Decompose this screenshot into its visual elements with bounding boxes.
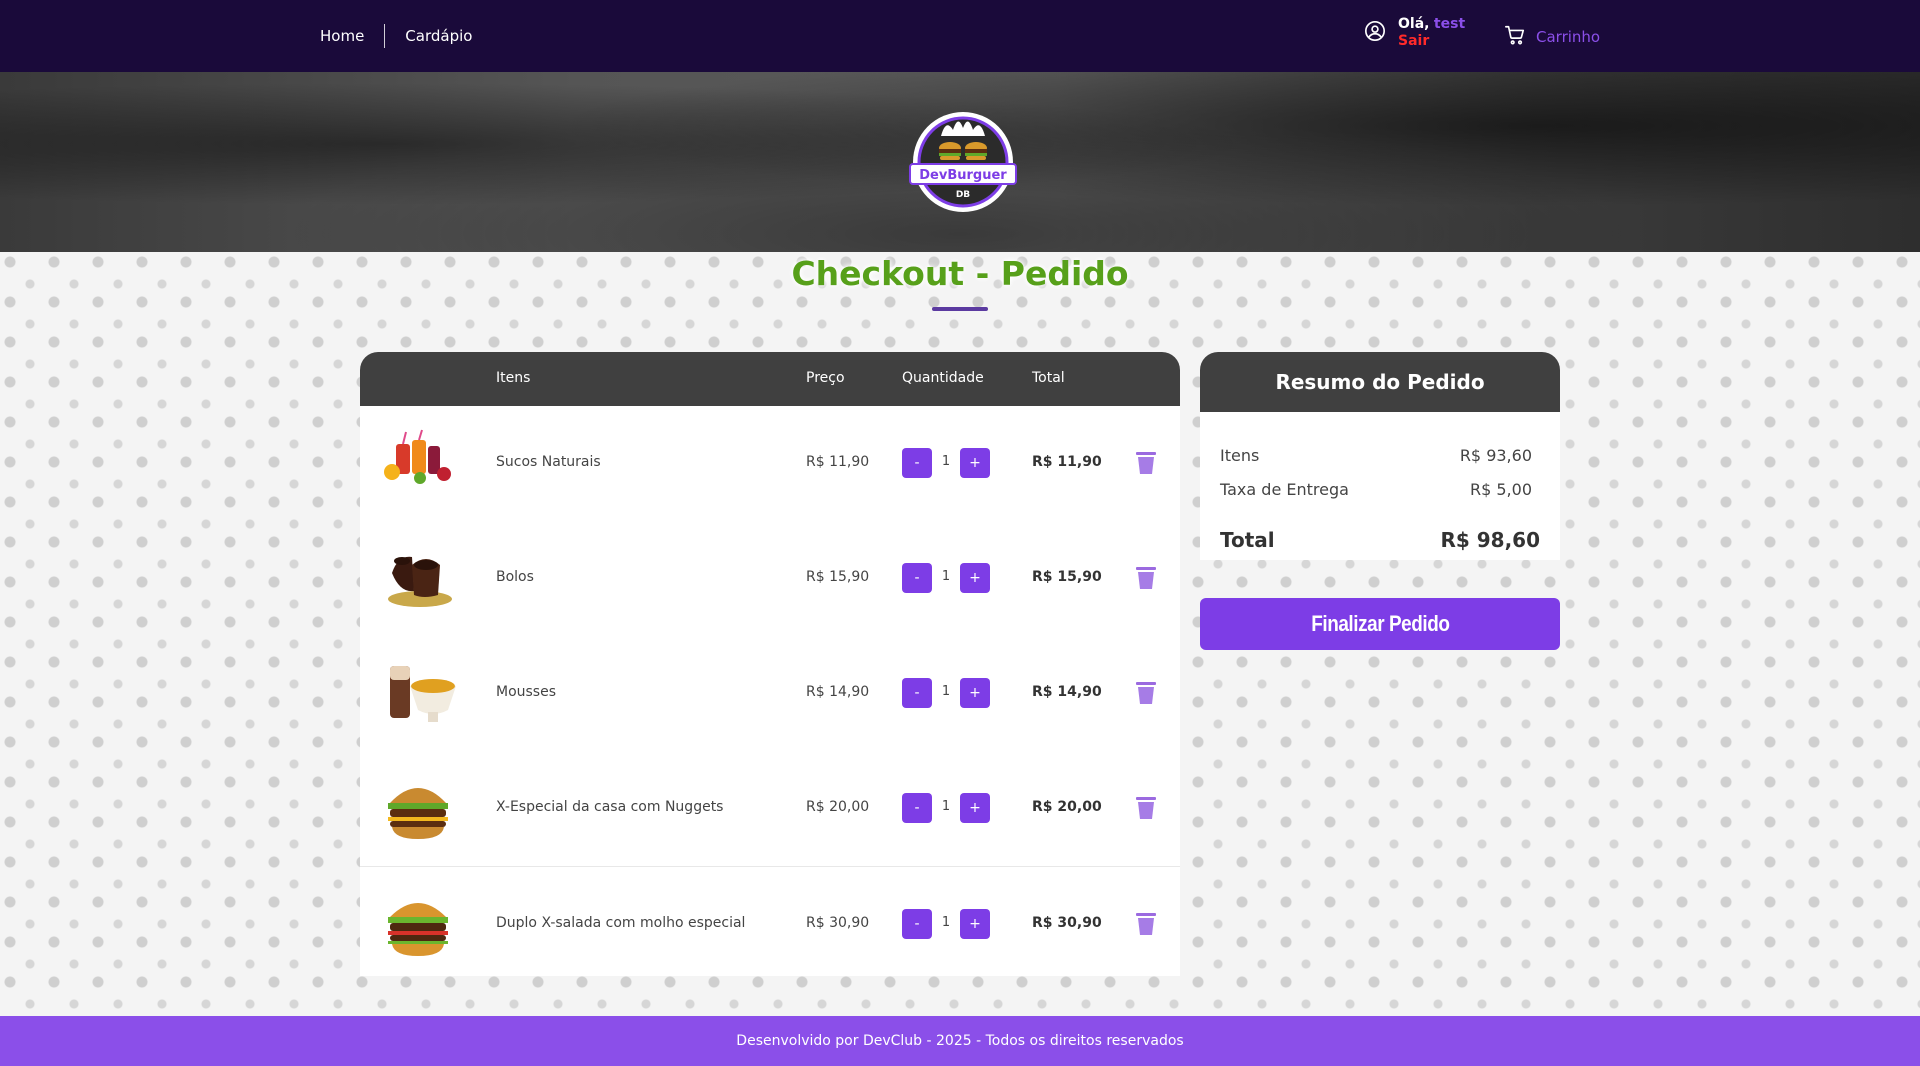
table-row: Sucos Naturais R$ 11,90 - 1 + R$ 11,90: [360, 406, 1180, 521]
decrease-quantity-button[interactable]: -: [902, 448, 932, 478]
product-name: X-Especial da casa com Nuggets: [496, 799, 724, 815]
quantity-value: 1: [941, 684, 951, 699]
product-name: Mousses: [496, 684, 557, 700]
finish-order-button[interactable]: Finalizar Pedido: [1200, 598, 1560, 650]
user-icon: [1364, 20, 1386, 46]
mousse-icon: [378, 658, 458, 730]
nav-menu-link[interactable]: Cardápio: [405, 27, 472, 45]
decrease-quantity-button[interactable]: -: [902, 909, 932, 939]
increase-quantity-button[interactable]: +: [960, 563, 990, 593]
trash-icon[interactable]: [1134, 680, 1158, 706]
product-price: R$ 20,00: [806, 799, 870, 815]
increase-quantity-button[interactable]: +: [960, 793, 990, 823]
header-quantity: Quantidade: [902, 370, 984, 386]
quantity-value: 1: [941, 799, 951, 814]
product-name: Duplo X-salada com molho especial: [496, 915, 746, 931]
summary-delivery-value: R$ 5,00: [1469, 480, 1532, 499]
footer-text: Desenvolvido por DevClub - 2025 - Todos …: [736, 1033, 1184, 1049]
product-price: R$ 11,90: [806, 454, 870, 470]
header-items: Itens: [496, 370, 531, 386]
title-underline: [932, 307, 988, 311]
nav-links: Home Cardápio: [320, 0, 472, 72]
trash-icon[interactable]: [1134, 565, 1158, 591]
user-area: Olá, test Sair: [1364, 16, 1465, 50]
product-price: R$ 30,90: [806, 915, 870, 931]
logout-link[interactable]: Sair: [1398, 33, 1465, 50]
nav-divider: [384, 24, 386, 48]
cart-link[interactable]: Carrinho: [1504, 24, 1600, 50]
summary-total-label: Total: [1220, 528, 1275, 552]
cart-label: Carrinho: [1536, 28, 1601, 46]
increase-quantity-button[interactable]: +: [960, 448, 990, 478]
product-price: R$ 15,90: [806, 569, 870, 585]
product-total: R$ 14,90: [1032, 684, 1102, 700]
footer: Desenvolvido por DevClub - 2025 - Todos …: [0, 1016, 1920, 1066]
juice-icon: [378, 428, 458, 500]
quantity-value: 1: [941, 569, 951, 584]
header-price: Preço: [806, 370, 845, 386]
navbar: Home Cardápio Olá, test Sair Carrinho: [0, 0, 1920, 72]
trash-icon[interactable]: [1134, 795, 1158, 821]
product-name: Bolos: [496, 569, 534, 585]
hero-banner: DevBurguer DB: [0, 72, 1920, 252]
greeting-text: Olá,: [1398, 16, 1430, 32]
summary-items-label: Itens: [1220, 446, 1260, 465]
table-row: Mousses R$ 14,90 - 1 + R$ 14,90: [360, 636, 1180, 751]
order-summary: Resumo do Pedido Itens R$ 93,60 Taxa de …: [1200, 352, 1560, 560]
logo-text: DevBurguer: [919, 168, 1007, 183]
devburguer-logo: DevBurguer DB: [906, 108, 1020, 216]
nav-home-link[interactable]: Home: [320, 27, 364, 45]
quantity-value: 1: [941, 915, 951, 930]
product-total: R$ 30,90: [1032, 915, 1102, 931]
logo-sub: DB: [956, 190, 970, 200]
summary-delivery-label: Taxa de Entrega: [1220, 480, 1349, 499]
quantity-value: 1: [941, 454, 951, 469]
summary-title: Resumo do Pedido: [1200, 352, 1560, 412]
username-text: test: [1433, 16, 1466, 32]
header-total: Total: [1032, 370, 1065, 386]
increase-quantity-button[interactable]: +: [960, 678, 990, 708]
summary-items-value: R$ 93,60: [1459, 446, 1532, 465]
product-total: R$ 11,90: [1032, 454, 1102, 470]
burger-icon: [378, 773, 458, 845]
decrease-quantity-button[interactable]: -: [902, 793, 932, 823]
finish-order-label: Finalizar Pedido: [1310, 611, 1450, 636]
user-greeting: Olá, test Sair: [1398, 16, 1465, 50]
summary-total-value: R$ 98,60: [1440, 528, 1540, 552]
product-total: R$ 15,90: [1032, 569, 1102, 585]
table-row: Duplo X-salada com molho especial R$ 30,…: [360, 866, 1180, 976]
product-price: R$ 14,90: [806, 684, 870, 700]
burger-icon: [378, 889, 458, 961]
cake-icon: [378, 543, 458, 615]
trash-icon[interactable]: [1134, 911, 1158, 937]
product-total: R$ 20,00: [1032, 799, 1102, 815]
cart-table: Itens Preço Quantidade Total Sucos Natur…: [360, 352, 1180, 976]
trash-icon[interactable]: [1134, 450, 1158, 476]
decrease-quantity-button[interactable]: -: [902, 563, 932, 593]
decrease-quantity-button[interactable]: -: [902, 678, 932, 708]
product-name: Sucos Naturais: [496, 454, 601, 470]
table-row: X-Especial da casa com Nuggets R$ 20,00 …: [360, 751, 1180, 866]
increase-quantity-button[interactable]: +: [960, 909, 990, 939]
table-row: Bolos R$ 15,90 - 1 + R$ 15,90: [360, 521, 1180, 636]
page-title: Checkout - Pedido: [791, 254, 1129, 293]
table-header: Itens Preço Quantidade Total: [360, 352, 1180, 406]
cart-icon: [1504, 24, 1526, 50]
